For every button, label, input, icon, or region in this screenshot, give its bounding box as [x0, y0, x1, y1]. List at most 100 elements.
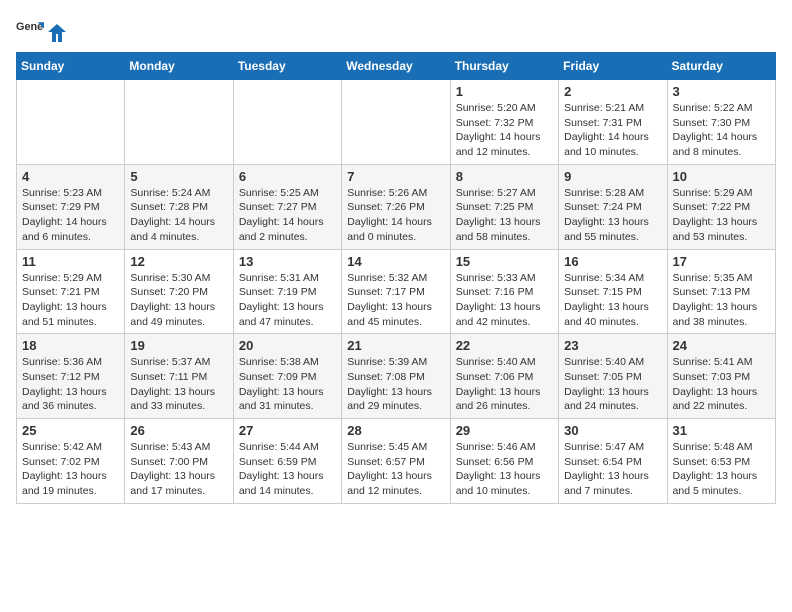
calendar-cell: 13 Sunrise: 5:31 AM Sunset: 7:19 PM Dayli…	[233, 249, 341, 334]
day-number: 23	[564, 338, 661, 353]
calendar-cell: 28 Sunrise: 5:45 AM Sunset: 6:57 PM Dayli…	[342, 419, 450, 504]
calendar-cell: 23 Sunrise: 5:40 AM Sunset: 7:05 PM Dayli…	[559, 334, 667, 419]
day-info: Sunrise: 5:26 AM Sunset: 7:26 PM Dayligh…	[347, 186, 444, 245]
day-info: Sunrise: 5:31 AM Sunset: 7:19 PM Dayligh…	[239, 271, 336, 330]
day-info: Sunrise: 5:29 AM Sunset: 7:21 PM Dayligh…	[22, 271, 119, 330]
day-number: 22	[456, 338, 553, 353]
day-info: Sunrise: 5:28 AM Sunset: 7:24 PM Dayligh…	[564, 186, 661, 245]
logo-icon: General	[16, 16, 44, 44]
day-info: Sunrise: 5:40 AM Sunset: 7:06 PM Dayligh…	[456, 355, 553, 414]
page-header: General	[16, 16, 776, 44]
day-info: Sunrise: 5:37 AM Sunset: 7:11 PM Dayligh…	[130, 355, 227, 414]
day-number: 10	[673, 169, 770, 184]
calendar-cell	[233, 80, 341, 165]
day-number: 9	[564, 169, 661, 184]
calendar-header-row: SundayMondayTuesdayWednesdayThursdayFrid…	[17, 53, 776, 80]
day-number: 17	[673, 254, 770, 269]
day-info: Sunrise: 5:27 AM Sunset: 7:25 PM Dayligh…	[456, 186, 553, 245]
day-info: Sunrise: 5:48 AM Sunset: 6:53 PM Dayligh…	[673, 440, 770, 499]
week-row: 11 Sunrise: 5:29 AM Sunset: 7:21 PM Dayli…	[17, 249, 776, 334]
day-info: Sunrise: 5:24 AM Sunset: 7:28 PM Dayligh…	[130, 186, 227, 245]
day-info: Sunrise: 5:34 AM Sunset: 7:15 PM Dayligh…	[564, 271, 661, 330]
calendar-cell: 10 Sunrise: 5:29 AM Sunset: 7:22 PM Dayli…	[667, 164, 775, 249]
calendar-cell: 17 Sunrise: 5:35 AM Sunset: 7:13 PM Dayli…	[667, 249, 775, 334]
calendar-cell: 31 Sunrise: 5:48 AM Sunset: 6:53 PM Dayli…	[667, 419, 775, 504]
week-row: 1 Sunrise: 5:20 AM Sunset: 7:32 PM Daylig…	[17, 80, 776, 165]
day-number: 31	[673, 423, 770, 438]
day-info: Sunrise: 5:39 AM Sunset: 7:08 PM Dayligh…	[347, 355, 444, 414]
day-number: 25	[22, 423, 119, 438]
week-row: 4 Sunrise: 5:23 AM Sunset: 7:29 PM Daylig…	[17, 164, 776, 249]
day-number: 12	[130, 254, 227, 269]
logo-bird-icon	[48, 22, 66, 44]
day-info: Sunrise: 5:32 AM Sunset: 7:17 PM Dayligh…	[347, 271, 444, 330]
calendar-cell: 27Sunrise: 5:44 AM Sunset: 6:59 PM Dayli…	[233, 419, 341, 504]
day-info: Sunrise: 5:30 AM Sunset: 7:20 PM Dayligh…	[130, 271, 227, 330]
day-number: 24	[673, 338, 770, 353]
calendar-cell	[125, 80, 233, 165]
calendar-cell: 2Sunrise: 5:21 AM Sunset: 7:31 PM Daylig…	[559, 80, 667, 165]
day-info: Sunrise: 5:35 AM Sunset: 7:13 PM Dayligh…	[673, 271, 770, 330]
day-number: 26	[130, 423, 227, 438]
calendar-cell	[17, 80, 125, 165]
calendar-cell: 11 Sunrise: 5:29 AM Sunset: 7:21 PM Dayli…	[17, 249, 125, 334]
day-number: 28	[347, 423, 444, 438]
calendar-cell: 16 Sunrise: 5:34 AM Sunset: 7:15 PM Dayli…	[559, 249, 667, 334]
day-info: Sunrise: 5:45 AM Sunset: 6:57 PM Dayligh…	[347, 440, 444, 499]
day-info: Sunrise: 5:41 AM Sunset: 7:03 PM Dayligh…	[673, 355, 770, 414]
day-info: Sunrise: 5:25 AM Sunset: 7:27 PM Dayligh…	[239, 186, 336, 245]
calendar-cell: 24 Sunrise: 5:41 AM Sunset: 7:03 PM Dayli…	[667, 334, 775, 419]
logo: General	[16, 16, 66, 44]
day-info: Sunrise: 5:44 AM Sunset: 6:59 PM Dayligh…	[239, 440, 336, 499]
day-number: 7	[347, 169, 444, 184]
col-header-wednesday: Wednesday	[342, 53, 450, 80]
calendar-cell: 8 Sunrise: 5:27 AM Sunset: 7:25 PM Daylig…	[450, 164, 558, 249]
calendar-cell: 30 Sunrise: 5:47 AM Sunset: 6:54 PM Dayli…	[559, 419, 667, 504]
day-info: Sunrise: 5:22 AM Sunset: 7:30 PM Dayligh…	[673, 101, 770, 160]
day-number: 30	[564, 423, 661, 438]
col-header-monday: Monday	[125, 53, 233, 80]
day-info: Sunrise: 5:33 AM Sunset: 7:16 PM Dayligh…	[456, 271, 553, 330]
day-number: 14	[347, 254, 444, 269]
col-header-saturday: Saturday	[667, 53, 775, 80]
day-info: Sunrise: 5:40 AM Sunset: 7:05 PM Dayligh…	[564, 355, 661, 414]
day-number: 5	[130, 169, 227, 184]
calendar-cell: 3 Sunrise: 5:22 AM Sunset: 7:30 PM Daylig…	[667, 80, 775, 165]
calendar-cell: 20Sunrise: 5:38 AM Sunset: 7:09 PM Dayli…	[233, 334, 341, 419]
day-number: 16	[564, 254, 661, 269]
week-row: 18Sunrise: 5:36 AM Sunset: 7:12 PM Dayli…	[17, 334, 776, 419]
day-number: 4	[22, 169, 119, 184]
calendar-cell: 9 Sunrise: 5:28 AM Sunset: 7:24 PM Daylig…	[559, 164, 667, 249]
day-number: 8	[456, 169, 553, 184]
calendar-cell: 18Sunrise: 5:36 AM Sunset: 7:12 PM Dayli…	[17, 334, 125, 419]
calendar-cell: 26 Sunrise: 5:43 AM Sunset: 7:00 PM Dayli…	[125, 419, 233, 504]
calendar-cell: 15 Sunrise: 5:33 AM Sunset: 7:16 PM Dayli…	[450, 249, 558, 334]
day-info: Sunrise: 5:46 AM Sunset: 6:56 PM Dayligh…	[456, 440, 553, 499]
col-header-sunday: Sunday	[17, 53, 125, 80]
day-number: 15	[456, 254, 553, 269]
calendar-cell: 6Sunrise: 5:25 AM Sunset: 7:27 PM Daylig…	[233, 164, 341, 249]
day-info: Sunrise: 5:29 AM Sunset: 7:22 PM Dayligh…	[673, 186, 770, 245]
day-info: Sunrise: 5:20 AM Sunset: 7:32 PM Dayligh…	[456, 101, 553, 160]
day-number: 18	[22, 338, 119, 353]
day-number: 19	[130, 338, 227, 353]
day-number: 3	[673, 84, 770, 99]
calendar-cell: 25 Sunrise: 5:42 AM Sunset: 7:02 PM Dayli…	[17, 419, 125, 504]
calendar-cell: 12 Sunrise: 5:30 AM Sunset: 7:20 PM Dayli…	[125, 249, 233, 334]
day-number: 13	[239, 254, 336, 269]
calendar-cell	[342, 80, 450, 165]
day-info: Sunrise: 5:21 AM Sunset: 7:31 PM Dayligh…	[564, 101, 661, 160]
day-number: 1	[456, 84, 553, 99]
day-info: Sunrise: 5:43 AM Sunset: 7:00 PM Dayligh…	[130, 440, 227, 499]
calendar-cell: 4 Sunrise: 5:23 AM Sunset: 7:29 PM Daylig…	[17, 164, 125, 249]
day-info: Sunrise: 5:47 AM Sunset: 6:54 PM Dayligh…	[564, 440, 661, 499]
calendar-table: SundayMondayTuesdayWednesdayThursdayFrid…	[16, 52, 776, 504]
day-info: Sunrise: 5:23 AM Sunset: 7:29 PM Dayligh…	[22, 186, 119, 245]
day-number: 11	[22, 254, 119, 269]
day-info: Sunrise: 5:42 AM Sunset: 7:02 PM Dayligh…	[22, 440, 119, 499]
calendar-cell: 19 Sunrise: 5:37 AM Sunset: 7:11 PM Dayli…	[125, 334, 233, 419]
calendar-cell: 21Sunrise: 5:39 AM Sunset: 7:08 PM Dayli…	[342, 334, 450, 419]
calendar-cell: 5 Sunrise: 5:24 AM Sunset: 7:28 PM Daylig…	[125, 164, 233, 249]
day-number: 29	[456, 423, 553, 438]
calendar-cell: 7 Sunrise: 5:26 AM Sunset: 7:26 PM Daylig…	[342, 164, 450, 249]
